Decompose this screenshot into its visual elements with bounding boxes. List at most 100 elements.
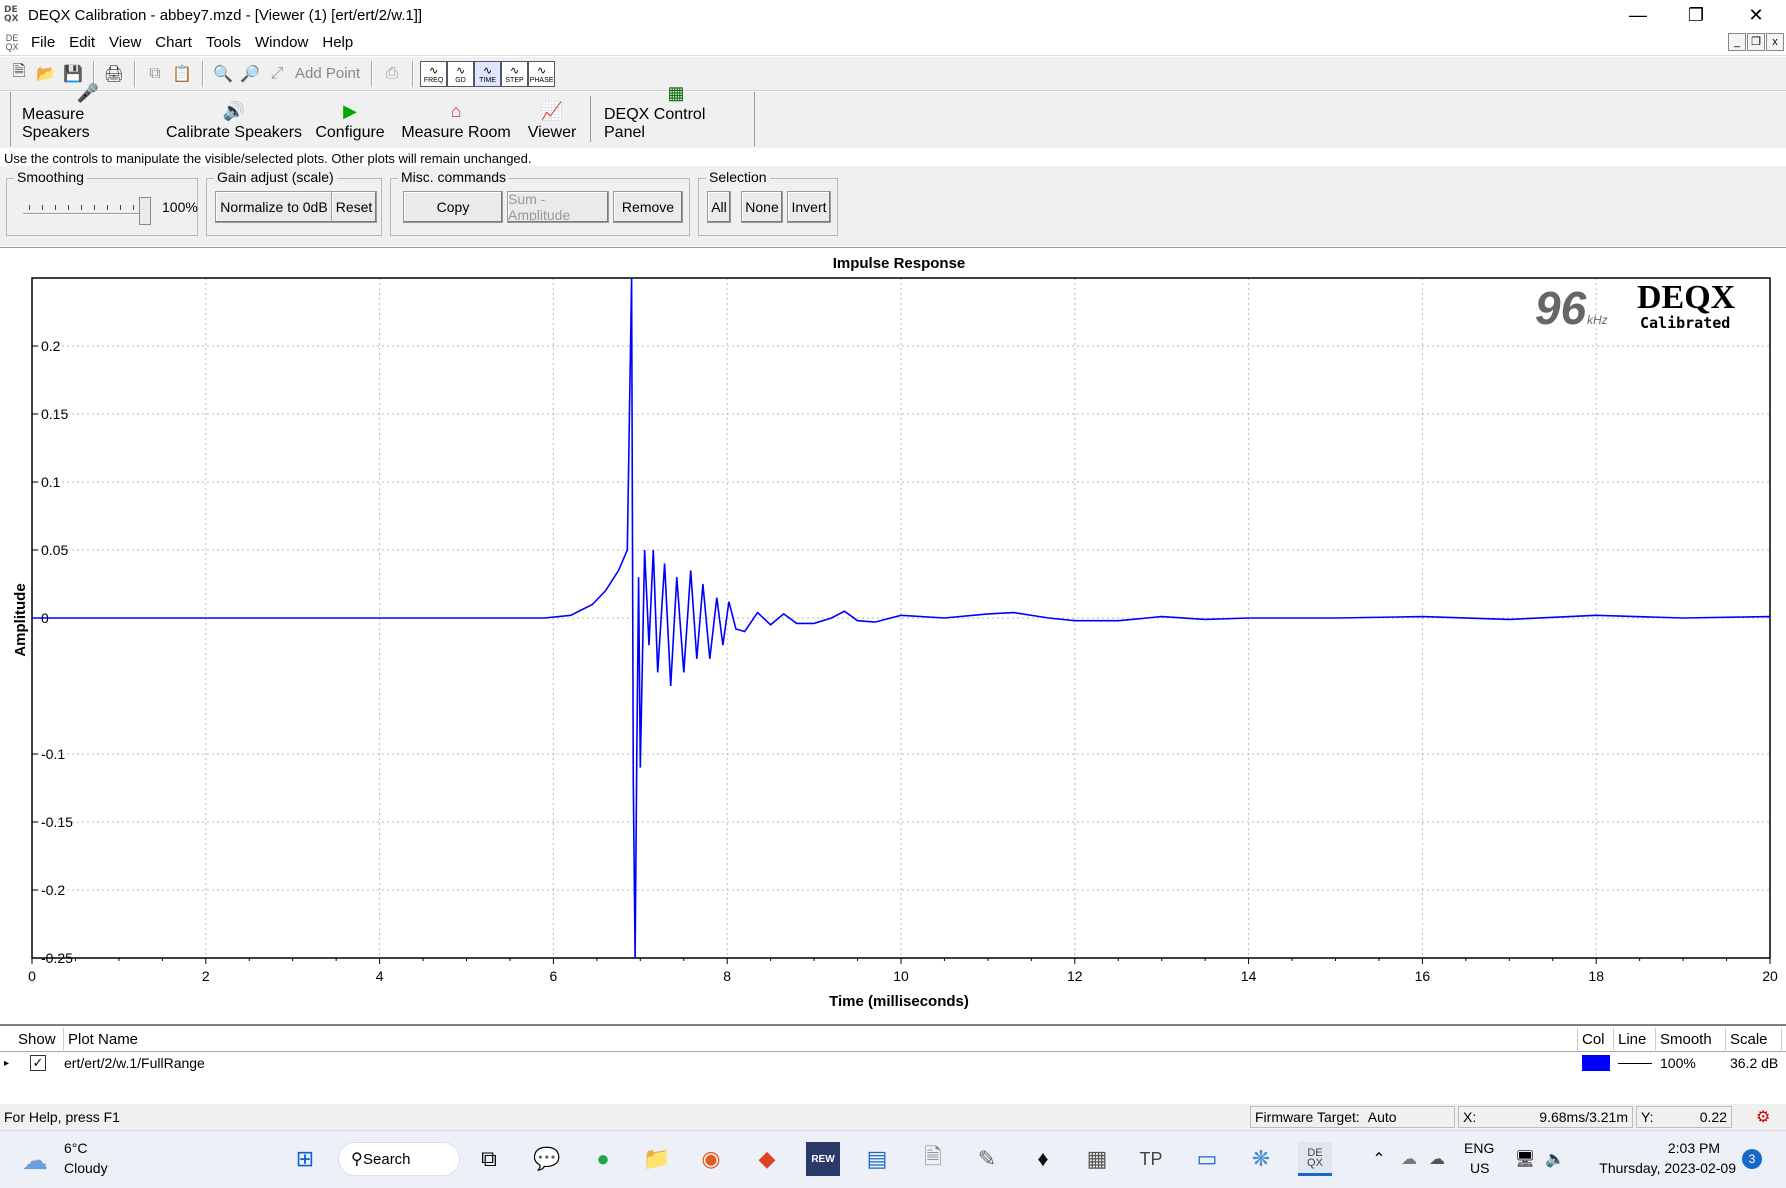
viewer-button[interactable]: 📈 Viewer [522,92,582,146]
scale-cell[interactable]: 36.2 dB [1730,1052,1778,1074]
selection-group: Selection All None Invert [698,169,838,236]
menu-edit[interactable]: Edit [62,34,102,51]
invert-selection-button[interactable]: Invert [787,191,831,223]
smooth-cell[interactable]: 100% [1660,1052,1696,1074]
new-file-icon[interactable]: 🗎 [6,60,32,88]
mdi-minimize-button[interactable]: _ [1728,33,1746,51]
mdi-child-icon[interactable]: DE QX [0,33,24,52]
chevron-up-icon[interactable]: ⌃ [1362,1142,1396,1176]
notes-icon[interactable]: ✎ [970,1142,1004,1176]
time-view-button[interactable]: ∿ TIME [474,60,502,87]
impulse-response-chart[interactable]: Impulse Response 0 2 4 6 8 10 12 14 16 18 20 0.2 0.1… [0,248,1786,1020]
chat-icon[interactable]: 💬 [530,1142,564,1176]
freq-view-button[interactable]: ∿ FREQ [420,60,448,87]
row-selector-arrow[interactable]: ▸ [4,1052,9,1074]
menu-file[interactable]: File [24,34,62,51]
notification-badge[interactable]: 3 [1742,1149,1762,1169]
firefox-icon[interactable]: ◉ [694,1142,728,1176]
zoom-in-icon[interactable]: 🔎 [237,60,263,88]
menu-view[interactable]: View [102,34,148,51]
x-tick-label: 14 [1241,968,1257,984]
header-plot-name[interactable]: Plot Name [64,1028,1578,1050]
header-line[interactable]: Line [1614,1028,1656,1050]
plot-color-swatch[interactable] [1582,1055,1610,1071]
title-bar: DE QX DEQX Calibration - abbey7.mzd - [V… [0,0,1786,30]
minimize-button[interactable]: — [1609,0,1667,30]
add-point-button[interactable]: Add Point [291,60,364,88]
network-icon[interactable]: 🖥 [1508,1142,1542,1176]
deqx-status-icon[interactable]: ⚙ [1752,1106,1770,1128]
select-all-button[interactable]: All [707,191,731,223]
measure-room-button[interactable]: ⌂ Measure Room [400,92,512,146]
x-tick-label: 16 [1415,968,1431,984]
gd-view-button[interactable]: ∿ GD [447,60,475,87]
superman-icon[interactable]: ◆ [750,1142,784,1176]
region-label[interactable]: US [1470,1160,1489,1176]
copy-button[interactable]: Copy [403,191,503,223]
start-windows-icon[interactable]: ⊞ [288,1142,322,1176]
y-readout: Y: 0.22 [1636,1106,1732,1128]
tp-icon[interactable]: TP [1134,1142,1168,1176]
header-col[interactable]: Col [1578,1028,1614,1050]
menu-chart[interactable]: Chart [148,34,199,51]
header-scale[interactable]: Scale [1726,1028,1782,1050]
file-explorer-icon[interactable]: 📁 [640,1142,674,1176]
header-show[interactable]: Show [14,1028,64,1050]
remove-button[interactable]: Remove [613,191,683,223]
smoothing-slider-thumb[interactable] [139,197,151,225]
sum-amplitude-button[interactable]: Sum - Amplitude [507,191,609,223]
deqx-taskbar-icon[interactable]: DE QX [1298,1142,1332,1176]
reset-button[interactable]: Reset [331,191,377,223]
select-none-button[interactable]: None [741,191,783,223]
tidal-icon[interactable]: ♦ [1026,1142,1060,1176]
clock-time[interactable]: 2:03 PM [1570,1140,1720,1156]
rew-icon[interactable]: REW [806,1142,840,1176]
printer-setup-icon[interactable]: ⎙ [379,60,405,88]
measure-speakers-button[interactable]: 🎤 Measure Speakers [22,83,154,146]
print-icon[interactable]: 🖨 [101,60,127,88]
firmware-value: Auto [1367,1109,1397,1125]
weather-temp[interactable]: 6°C [64,1140,88,1156]
clock-date[interactable]: Thursday, 2023-02-09 [1560,1160,1736,1176]
mdi-restore-button[interactable]: ❐ [1747,33,1765,51]
measure-speakers-label: Measure Speakers [22,106,90,141]
smoothing-slider-track[interactable] [23,213,151,215]
weather-desc[interactable]: Cloudy [64,1160,108,1176]
show-checkbox[interactable]: ✓ [30,1055,46,1071]
configure-button[interactable]: ▶ Configure [312,92,388,146]
document-icon[interactable]: 🗎 [916,1142,950,1176]
cloud-icon[interactable]: ☁ [22,1145,48,1176]
misc-commands-label: Misc. commands [398,169,510,185]
zoom-out-icon[interactable]: 🔍 [210,60,236,88]
x-readout-label: X: [1463,1109,1477,1125]
search-box[interactable]: ⚲ Search [338,1142,460,1176]
mdi-close-button[interactable]: x [1766,33,1784,51]
step-view-button[interactable]: ∿ STEP [501,60,529,87]
add-point-icon[interactable]: ⤢ [264,60,290,88]
calibrate-speakers-button[interactable]: 🔊 Calibrate Speakers [164,92,304,146]
chart-area[interactable]: Impulse Response 0 2 4 6 8 10 12 14 16 18 20 0.2 0.1… [0,247,1786,1019]
task-view-icon[interactable]: ⧉ [472,1142,506,1176]
calculator-icon[interactable]: ▦ [1080,1142,1114,1176]
deqx-control-panel-label: DEQX Control Panel [604,106,706,141]
paste-icon[interactable]: 📋 [169,60,195,88]
menu-window[interactable]: Window [248,34,315,51]
language-label[interactable]: ENG [1464,1140,1494,1156]
window-app-icon[interactable]: ▭ [1190,1142,1224,1176]
header-smooth[interactable]: Smooth [1656,1028,1726,1050]
phase-view-button[interactable]: ∿ PHASE [528,60,556,87]
plot-name-cell[interactable]: ert/ert/2/w.1/FullRange [64,1052,205,1074]
menu-help[interactable]: Help [315,34,360,51]
open-folder-icon[interactable]: 📂 [33,60,59,88]
maximize-button[interactable]: ❐ [1667,0,1725,30]
close-button[interactable]: ✕ [1727,0,1785,30]
normalize-button[interactable]: Normalize to 0dB [215,191,333,223]
onedrive-icon[interactable]: ☁ [1420,1142,1454,1176]
evernote-icon[interactable]: ● [586,1142,620,1176]
notepad-icon[interactable]: ▤ [860,1142,894,1176]
copy-icon[interactable]: ⧉ [142,60,168,88]
menu-tools[interactable]: Tools [199,34,248,51]
fan-icon[interactable]: ❋ [1244,1142,1278,1176]
line-style-sample[interactable] [1618,1063,1652,1064]
deqx-control-panel-button[interactable]: ▦ DEQX Control Panel [604,83,748,146]
